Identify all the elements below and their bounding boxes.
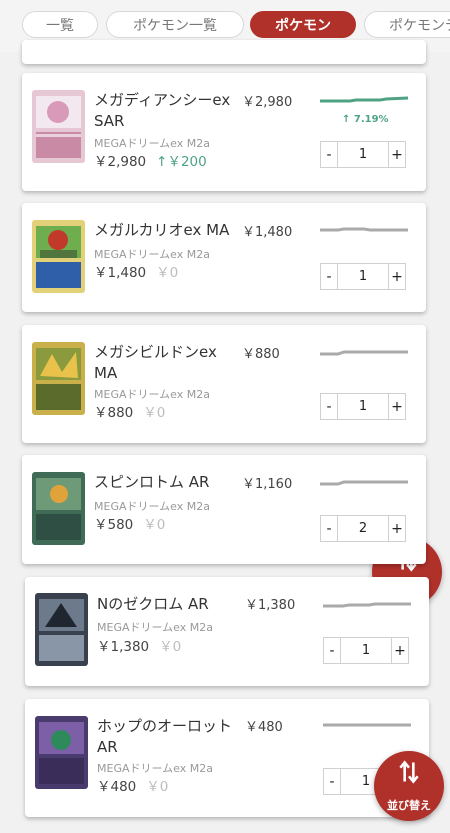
card-set: MEGAドリームex M2a <box>94 500 210 513</box>
sort-button[interactable]: 並び替え <box>374 751 444 821</box>
card-set: MEGAドリームex M2a <box>97 621 213 634</box>
price-delta: ￥0 <box>156 265 179 281</box>
increment-button[interactable]: + <box>388 141 406 168</box>
quantity-value[interactable]: 2 <box>338 515 388 542</box>
card-item-partial <box>22 40 426 64</box>
price-delta: ￥0 <box>143 517 166 533</box>
decrement-button[interactable]: - <box>320 515 338 542</box>
increment-button[interactable]: + <box>388 263 406 290</box>
card-thumbnail[interactable] <box>32 472 85 545</box>
price-trend-sparkline <box>323 719 411 733</box>
card-item[interactable]: メガディアンシーex SAR MEGAドリームex M2a ￥2,980 ↑￥20… <box>22 73 426 191</box>
tab-pokemon-list[interactable]: ポケモン一覧 <box>106 11 244 38</box>
owned-price: ￥1,380 ￥0 <box>97 639 182 655</box>
tab-pokemon[interactable]: ポケモン <box>250 11 356 38</box>
card-name: メガルカリオex MA <box>94 221 230 239</box>
price-delta: ￥0 <box>146 779 169 795</box>
market-price: ￥880 <box>242 347 280 362</box>
quantity-value[interactable]: 1 <box>338 263 388 290</box>
quantity-value[interactable]: 1 <box>341 637 391 664</box>
card-set: MEGAドリームex M2a <box>94 137 210 150</box>
decrement-button[interactable]: - <box>320 393 338 420</box>
tab-pokemon-deck[interactable]: ポケモンデ <box>364 11 450 38</box>
price-delta: ￥0 <box>143 405 166 421</box>
card-name: メガシビルドンex MA <box>94 343 217 382</box>
increment-button[interactable]: + <box>388 393 406 420</box>
quantity-stepper: - 1 + <box>320 263 406 290</box>
price-trend-sparkline <box>323 599 411 613</box>
owned-price: ￥1,480 ￥0 <box>94 265 179 281</box>
card-thumbnail[interactable] <box>32 342 85 415</box>
card-thumbnail[interactable] <box>35 593 88 666</box>
owned-price: ￥2,980 ↑￥200 <box>94 154 207 170</box>
card-thumbnail[interactable] <box>32 90 85 163</box>
market-price: ￥1,160 <box>242 477 293 492</box>
card-name: Nのゼクロム AR <box>97 595 209 613</box>
card-item[interactable]: メガルカリオex MA MEGAドリームex M2a ￥1,480 ￥0 ￥1,4… <box>22 203 426 312</box>
card-item[interactable]: メガシビルドンex MA MEGAドリームex M2a ￥880 ￥0 ￥880 … <box>22 325 426 443</box>
market-price: ￥1,380 <box>245 598 296 613</box>
card-item[interactable]: Nのゼクロム AR MEGAドリームex M2a ￥1,380 ￥0 ￥1,380… <box>25 577 429 686</box>
price-delta: ￥0 <box>159 639 182 655</box>
card-thumbnail[interactable] <box>32 220 85 293</box>
card-set: MEGAドリームex M2a <box>97 762 213 775</box>
decrement-button[interactable]: - <box>320 141 338 168</box>
owned-price: ￥880 ￥0 <box>94 405 166 421</box>
quantity-value[interactable]: 1 <box>338 141 388 168</box>
decrement-button[interactable]: - <box>323 768 341 795</box>
increment-button[interactable]: + <box>388 515 406 542</box>
quantity-stepper: - 1 + <box>320 141 406 168</box>
price-delta: ↑￥200 <box>156 154 207 170</box>
price-trend-sparkline <box>320 347 408 361</box>
owned-price: ￥580 ￥0 <box>94 517 166 533</box>
price-trend-sparkline <box>320 224 408 238</box>
increment-button[interactable]: + <box>391 637 409 664</box>
card-set: MEGAドリームex M2a <box>94 248 210 261</box>
card-name: ホップのオーロット AR <box>97 717 233 756</box>
quantity-value[interactable]: 1 <box>338 393 388 420</box>
owned-price: ￥480 ￥0 <box>97 779 169 795</box>
price-trend-sparkline <box>320 477 408 491</box>
card-item[interactable]: スピンロトム AR MEGAドリームex M2a ￥580 ￥0 ￥1,160 -… <box>22 455 426 564</box>
market-price: ￥2,980 <box>242 95 293 110</box>
card-set: MEGAドリームex M2a <box>94 388 210 401</box>
decrement-button[interactable]: - <box>323 637 341 664</box>
sort-icon <box>399 760 419 784</box>
card-name: スピンロトム AR <box>94 473 210 491</box>
tab-list[interactable]: 一覧 <box>22 11 98 38</box>
quantity-stepper: - 1 + <box>323 637 409 664</box>
sort-button-label: 並び替え <box>387 799 431 812</box>
market-price: ￥1,480 <box>242 225 293 240</box>
trend-percent: ↑ 7.19% <box>342 114 389 125</box>
card-thumbnail[interactable] <box>35 716 88 789</box>
card-item[interactable]: ホップのオーロット AR MEGAドリームex M2a ￥480 ￥0 ￥480 … <box>25 699 429 817</box>
decrement-button[interactable]: - <box>320 263 338 290</box>
market-price: ￥480 <box>245 720 283 735</box>
quantity-stepper: - 1 + <box>320 393 406 420</box>
card-name: メガディアンシーex SAR <box>94 91 231 130</box>
price-trend-sparkline <box>320 95 409 109</box>
quantity-stepper: - 2 + <box>320 515 406 542</box>
